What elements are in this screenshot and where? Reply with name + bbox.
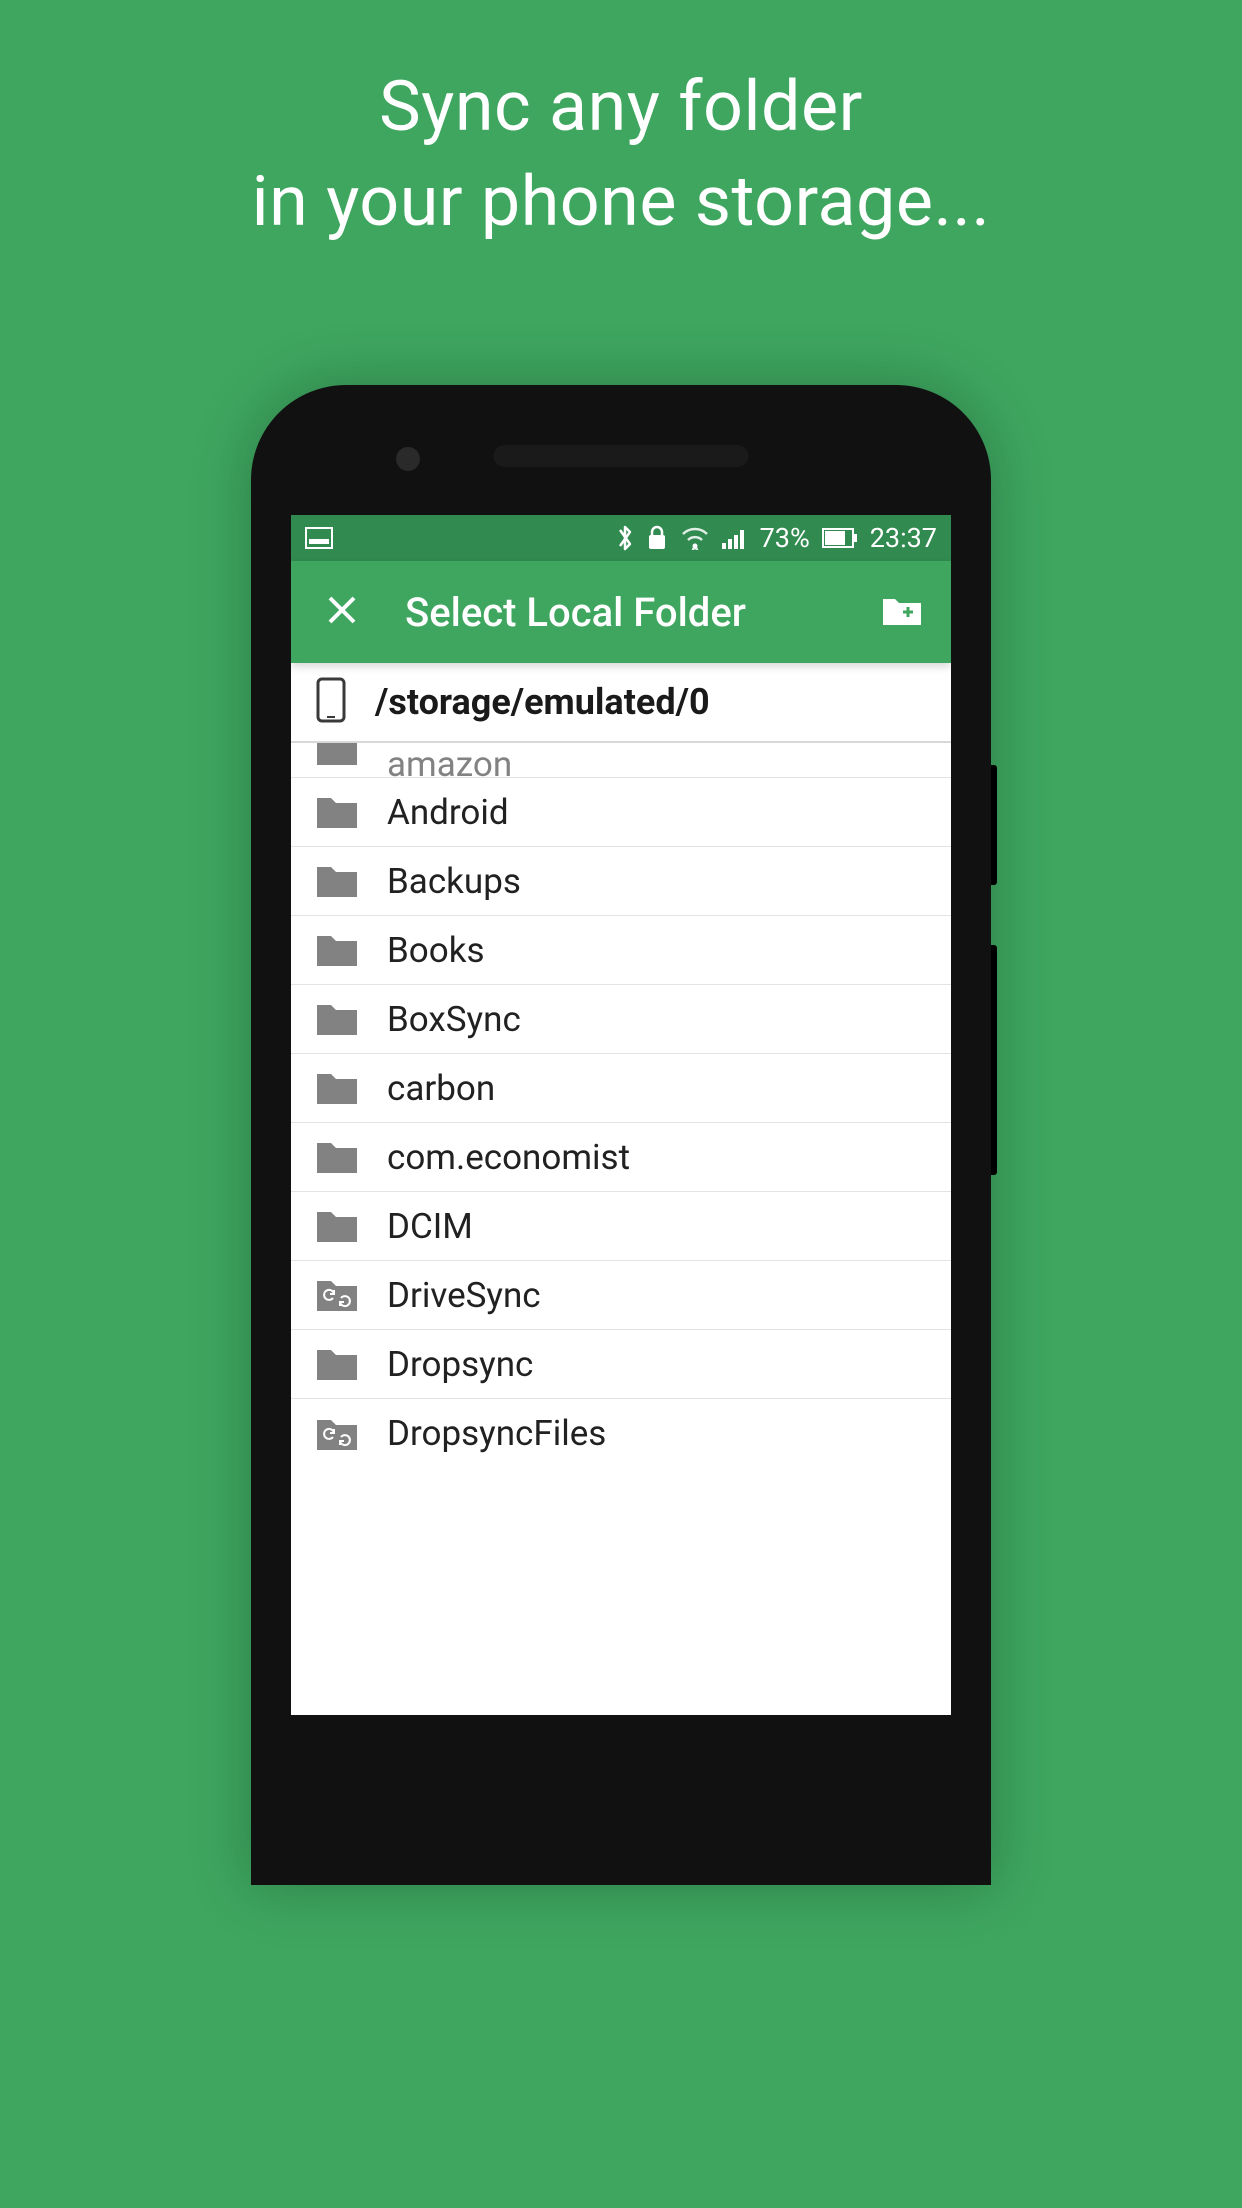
clock: 23:37 bbox=[870, 522, 937, 554]
appbar: Select Local Folder bbox=[291, 561, 951, 663]
folder-icon bbox=[315, 1070, 359, 1106]
phone-side-button bbox=[991, 765, 997, 885]
close-button[interactable] bbox=[319, 587, 365, 637]
phone-speaker bbox=[494, 445, 749, 467]
cast-icon bbox=[305, 527, 333, 549]
cellular-icon bbox=[722, 527, 748, 549]
folder-icon bbox=[315, 1001, 359, 1037]
phone-side-button bbox=[991, 945, 997, 1175]
battery-icon bbox=[822, 528, 858, 548]
list-item[interactable]: amazon bbox=[291, 743, 951, 778]
list-item[interactable]: Dropsync bbox=[291, 1330, 951, 1399]
list-item[interactable]: DCIM bbox=[291, 1192, 951, 1261]
folder-sync-icon bbox=[315, 1277, 359, 1313]
folder-name: DCIM bbox=[387, 1206, 473, 1247]
folder-name: Dropsync bbox=[387, 1344, 533, 1385]
promo-line2: in your phone storage... bbox=[252, 161, 991, 243]
folder-name: Backups bbox=[387, 861, 521, 902]
folder-sync-icon bbox=[315, 1416, 359, 1452]
list-item[interactable]: BoxSync bbox=[291, 985, 951, 1054]
list-item[interactable]: Android bbox=[291, 778, 951, 847]
lock-icon bbox=[646, 524, 668, 552]
battery-percent: 73% bbox=[760, 522, 810, 554]
folder-list[interactable]: amazon Android Backups Books bbox=[291, 743, 951, 1468]
list-item[interactable]: Backups bbox=[291, 847, 951, 916]
phone-camera bbox=[396, 447, 420, 471]
phone-storage-icon bbox=[315, 677, 347, 727]
statusbar: 73% 23:37 bbox=[291, 515, 951, 561]
folder-icon bbox=[315, 932, 359, 968]
folder-name: carbon bbox=[387, 1068, 495, 1109]
folder-name: amazon bbox=[387, 744, 512, 778]
list-item[interactable]: Books bbox=[291, 916, 951, 985]
folder-icon bbox=[315, 1208, 359, 1244]
path-bar[interactable]: /storage/emulated/0 bbox=[291, 663, 951, 743]
list-item[interactable]: DriveSync bbox=[291, 1261, 951, 1330]
screen: 73% 23:37 Select Local Folder bbox=[291, 515, 951, 1715]
folder-icon bbox=[315, 1139, 359, 1175]
promo-heading: Sync any folder in your phone storage... bbox=[0, 0, 1242, 249]
new-folder-button[interactable] bbox=[881, 593, 923, 631]
appbar-title: Select Local Folder bbox=[405, 589, 746, 636]
list-item[interactable]: com.economist bbox=[291, 1123, 951, 1192]
list-item[interactable]: DropsyncFiles bbox=[291, 1399, 951, 1468]
wifi-icon bbox=[680, 526, 710, 550]
folder-icon bbox=[315, 1346, 359, 1382]
current-path: /storage/emulated/0 bbox=[375, 681, 710, 723]
bluetooth-icon bbox=[616, 523, 634, 553]
list-item[interactable]: carbon bbox=[291, 1054, 951, 1123]
promo-line1: Sync any folder bbox=[379, 66, 863, 148]
folder-icon bbox=[315, 794, 359, 830]
folder-add-icon bbox=[881, 593, 923, 627]
folder-name: Android bbox=[387, 792, 509, 833]
folder-name: DriveSync bbox=[387, 1275, 541, 1316]
folder-name: Books bbox=[387, 930, 485, 971]
close-icon bbox=[325, 593, 359, 627]
folder-icon bbox=[315, 743, 359, 767]
folder-name: BoxSync bbox=[387, 999, 521, 1040]
phone-frame: 73% 23:37 Select Local Folder bbox=[251, 385, 991, 1885]
folder-name: DropsyncFiles bbox=[387, 1413, 606, 1454]
folder-icon bbox=[315, 863, 359, 899]
folder-name: com.economist bbox=[387, 1137, 630, 1178]
